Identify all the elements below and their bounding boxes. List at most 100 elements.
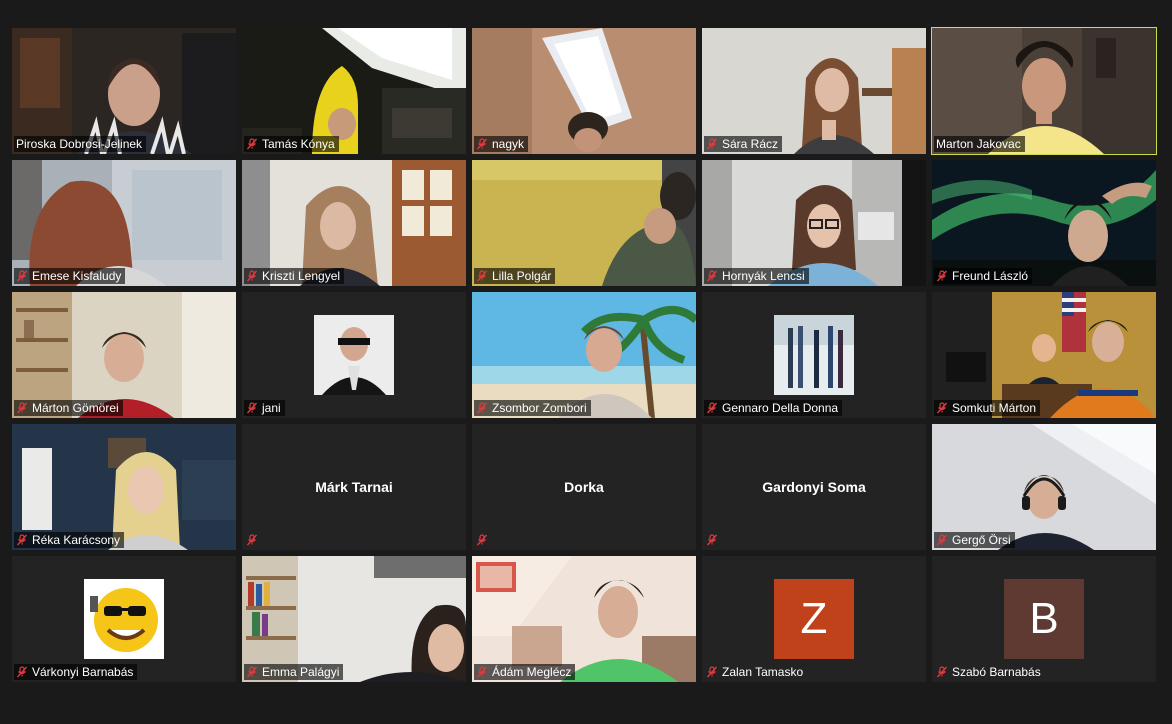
participant-nameplate: Piroska Dobrosi-Jelinek — [14, 136, 147, 152]
participant-name: Márton Gömörei — [32, 401, 119, 415]
participant-nameplate: jani — [244, 400, 285, 416]
participant-name: Réka Karácsony — [32, 533, 121, 547]
participant-name: Lilla Polgár — [492, 269, 552, 283]
participant-name: Piroska Dobrosi-Jelinek — [16, 137, 143, 151]
participant-tile-sara-racz[interactable]: Sára Rácz — [702, 28, 926, 154]
participant-tile-emese-kisfaludy[interactable]: Emese Kisfaludy — [12, 160, 236, 286]
microphone-muted-icon — [246, 270, 258, 282]
participant-display-name: Gardonyi Soma — [762, 479, 866, 495]
participant-nameplate: Sára Rácz — [704, 136, 783, 152]
participant-name: Zsombor Zombori — [492, 401, 587, 415]
participant-nameplate: Réka Karácsony — [14, 532, 125, 548]
participant-nameplate: nagyk — [474, 136, 529, 152]
participant-name: Kriszti Lengyel — [262, 269, 341, 283]
participant-tile-szabo-barnabas[interactable]: B Szabó Barnabás — [932, 556, 1156, 682]
participant-nameplate: Somkuti Márton — [934, 400, 1041, 416]
participant-tile-marton-gomorei[interactable]: Márton Gömörei — [12, 292, 236, 418]
microphone-muted-icon — [246, 534, 258, 546]
microphone-muted-icon — [936, 402, 948, 414]
participant-name: Gennaro Della Donna — [722, 401, 839, 415]
participant-name: Tamás Kónya — [262, 137, 335, 151]
participant-nameplate: Márton Gömörei — [14, 400, 123, 416]
participant-tile-piroska-dobrosi-jelinek[interactable]: Piroska Dobrosi-Jelinek — [12, 28, 236, 154]
participant-nameplate: Gergő Örsi — [934, 532, 1015, 548]
participant-name: Hornyák Lencsi — [722, 269, 805, 283]
participant-tile-hornyak-lencsi[interactable]: Hornyák Lencsi — [702, 160, 926, 286]
participant-nameplate: Marton Jakovac — [934, 136, 1025, 152]
participant-name: Emese Kisfaludy — [32, 269, 122, 283]
participant-name: Emma Palágyi — [262, 665, 340, 679]
participant-tile-gardonyi-soma[interactable]: Gardonyi Soma — [702, 424, 926, 550]
participant-tile-gennaro-della-donna[interactable]: Gennaro Della Donna — [702, 292, 926, 418]
participant-nameplate: Zalan Tamasko — [704, 664, 807, 680]
participant-nameplate — [704, 532, 722, 548]
participant-nameplate: Hornyák Lencsi — [704, 268, 809, 284]
microphone-muted-icon — [706, 534, 718, 546]
participant-nameplate — [474, 532, 492, 548]
participant-name: nagyk — [492, 137, 525, 151]
microphone-muted-icon — [246, 402, 258, 414]
microphone-muted-icon — [246, 666, 258, 678]
microphone-muted-icon — [16, 402, 28, 414]
participant-tile-marton-jakovac[interactable]: Marton Jakovac — [931, 27, 1157, 155]
participant-name: jani — [262, 401, 281, 415]
participant-nameplate: Emma Palágyi — [244, 664, 344, 680]
microphone-muted-icon — [706, 138, 718, 150]
participant-tile-varkonyi-barnabas[interactable]: Várkonyi Barnabás — [12, 556, 236, 682]
participant-tile-emma-palagyi[interactable]: Emma Palágyi — [242, 556, 466, 682]
participant-tile-lilla-polgar[interactable]: Lilla Polgár — [472, 160, 696, 286]
participant-tile-freund-laszlo[interactable]: Freund László — [932, 160, 1156, 286]
participant-nameplate: Várkonyi Barnabás — [14, 664, 138, 680]
participant-nameplate: Tamás Kónya — [244, 136, 339, 152]
microphone-muted-icon — [16, 534, 28, 546]
participant-tile-tamas-konya[interactable]: Tamás Kónya — [242, 28, 466, 154]
participant-tile-kriszti-lengyel[interactable]: Kriszti Lengyel — [242, 160, 466, 286]
participant-name: Marton Jakovac — [936, 137, 1021, 151]
microphone-muted-icon — [16, 666, 28, 678]
participant-name: Freund László — [952, 269, 1029, 283]
participant-tile-adam-meglecz[interactable]: Ádám Meglécz — [472, 556, 696, 682]
participant-nameplate: Szabó Barnabás — [934, 664, 1045, 680]
participant-tile-reka-karacsony[interactable]: Réka Karácsony — [12, 424, 236, 550]
participant-nameplate: Lilla Polgár — [474, 268, 556, 284]
participant-name: Szabó Barnabás — [952, 665, 1041, 679]
microphone-muted-icon — [476, 666, 488, 678]
microphone-muted-icon — [706, 402, 718, 414]
participant-tile-gergo-orsi[interactable]: Gergő Örsi — [932, 424, 1156, 550]
microphone-muted-icon — [476, 138, 488, 150]
participant-tile-somkuti-marton[interactable]: Somkuti Márton — [932, 292, 1156, 418]
microphone-muted-icon — [476, 270, 488, 282]
microphone-muted-icon — [246, 138, 258, 150]
microphone-muted-icon — [706, 666, 718, 678]
letter-avatar: Z — [774, 579, 854, 659]
participant-tile-zsombor-zombori[interactable]: Zsombor Zombori — [472, 292, 696, 418]
participant-tile-jani[interactable]: jani — [242, 292, 466, 418]
participant-tile-mark-tarnai[interactable]: Márk Tarnai — [242, 424, 466, 550]
participant-tile-dorka[interactable]: Dorka — [472, 424, 696, 550]
microphone-muted-icon — [936, 534, 948, 546]
participant-nameplate: Zsombor Zombori — [474, 400, 591, 416]
participant-nameplate: Ádám Meglécz — [474, 664, 576, 680]
microphone-muted-icon — [936, 270, 948, 282]
video-gallery-grid: Piroska Dobrosi-Jelinek Tamás Kónya nagy… — [12, 27, 1157, 682]
letter-avatar: B — [1004, 579, 1084, 659]
microphone-muted-icon — [476, 534, 488, 546]
participant-tile-nagyk[interactable]: nagyk — [472, 28, 696, 154]
participant-name: Zalan Tamasko — [722, 665, 804, 679]
microphone-muted-icon — [16, 270, 28, 282]
participant-nameplate: Kriszti Lengyel — [244, 268, 345, 284]
microphone-muted-icon — [476, 402, 488, 414]
participant-tile-zalan-tamasko[interactable]: Z Zalan Tamasko — [702, 556, 926, 682]
participant-name: Várkonyi Barnabás — [32, 665, 134, 679]
participant-nameplate — [244, 532, 262, 548]
participant-display-name: Márk Tarnai — [315, 479, 393, 495]
participant-nameplate: Freund László — [934, 268, 1033, 284]
microphone-muted-icon — [706, 270, 718, 282]
participant-nameplate: Emese Kisfaludy — [14, 268, 126, 284]
participant-name: Ádám Meglécz — [492, 665, 572, 679]
microphone-muted-icon — [936, 666, 948, 678]
participant-display-name: Dorka — [564, 479, 604, 495]
participant-name: Gergő Örsi — [952, 533, 1011, 547]
participant-nameplate: Gennaro Della Donna — [704, 400, 843, 416]
participant-name: Sára Rácz — [722, 137, 779, 151]
